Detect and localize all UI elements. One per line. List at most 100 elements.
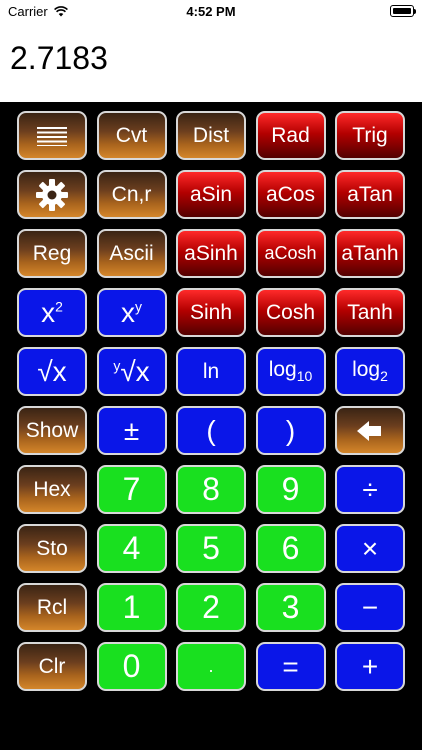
digit-0-button[interactable]: 0 [96,642,167,691]
status-bar: Carrier 4:52 PM [0,0,422,22]
tanh-button[interactable]: Tanh [335,288,405,337]
log2-subscript: 2 [380,368,388,385]
display-readout: 2.7183 [10,40,108,76]
trig-label: Trig [352,123,388,147]
ln-button[interactable]: ln [176,347,246,396]
acos-label: aCos [265,182,316,206]
cnr-button[interactable]: Cn,r [96,170,167,219]
gear-icon [36,178,68,211]
top-bar: Carrier 4:52 PM 2.7183 [0,0,422,102]
close-paren-button[interactable]: ) [255,406,326,455]
digit-4-label: 4 [122,530,141,566]
tanh-label: Tanh [347,300,393,324]
clr-label: Clr [38,654,66,678]
digit-3-button[interactable]: 3 [255,583,326,632]
sto-button[interactable]: Sto [17,524,87,573]
plus-minus-button[interactable]: ± [96,406,167,455]
log2-base: log [352,358,381,382]
x-squared-button[interactable]: x2 [17,288,87,337]
log2-button[interactable]: log2 [335,347,405,396]
digit-5-label: 5 [202,530,220,566]
atan-button[interactable]: aTan [335,170,405,219]
y-root-button[interactable]: y√x [96,347,167,396]
ascii-label: Ascii [109,241,154,265]
acosh-button[interactable]: aCosh [255,229,326,278]
dist-button[interactable]: Dist [176,111,246,160]
open-paren-label: ( [206,414,216,446]
show-label: Show [25,418,79,442]
plus-minus-label: ± [123,414,140,446]
multiply-label: × [361,532,379,564]
log10-button[interactable]: log10 [255,347,326,396]
atan-label: aTan [347,182,393,206]
log10-subscript: 10 [296,368,313,385]
digit-6-button[interactable]: 6 [255,524,326,573]
hex-button[interactable]: Hex [17,465,87,514]
asinh-label: aSinh [184,241,238,265]
clr-button[interactable]: Clr [17,642,87,691]
divide-button[interactable]: ÷ [335,465,405,514]
asin-label: aSin [189,182,233,206]
keypad: Cvt Dist Rad Trig Cn,r aSin aCos aTan Re… [17,111,407,711]
digit-7-button[interactable]: 7 [96,465,167,514]
decimal-point-label: . [208,656,214,676]
digit-6-label: 6 [281,530,300,566]
equals-button[interactable]: = [255,642,326,691]
sto-label: Sto [36,536,68,560]
cvt-button[interactable]: Cvt [96,111,167,160]
cosh-button[interactable]: Cosh [255,288,326,337]
minus-label: − [361,591,379,623]
asinh-button[interactable]: aSinh [176,229,246,278]
decimal-point-button[interactable]: . [176,642,246,691]
minus-button[interactable]: − [335,583,405,632]
acosh-label: aCosh [264,243,317,263]
x-power-y-button[interactable]: xy [96,288,167,337]
square-root-label: √x [37,355,67,387]
dist-label: Dist [192,123,230,147]
sinh-button[interactable]: Sinh [176,288,246,337]
show-button[interactable]: Show [17,406,87,455]
status-time: 4:52 PM [186,4,236,19]
digit-9-label: 9 [281,471,300,507]
backspace-button[interactable] [335,406,405,455]
reg-label: Reg [32,241,72,265]
plus-button[interactable]: + [335,642,405,691]
digit-2-button[interactable]: 2 [176,583,246,632]
multiply-button[interactable]: × [335,524,405,573]
digit-8-button[interactable]: 8 [176,465,246,514]
digit-4-button[interactable]: 4 [96,524,167,573]
cvt-label: Cvt [115,123,148,147]
atanh-button[interactable]: aTanh [335,229,405,278]
reg-button[interactable]: Reg [17,229,87,278]
digit-9-button[interactable]: 9 [255,465,326,514]
open-paren-button[interactable]: ( [176,406,246,455]
x-squared-base: x [41,296,56,328]
cosh-label: Cosh [265,300,316,324]
digit-1-label: 1 [122,589,141,625]
cnr-label: Cn,r [111,182,152,206]
settings-button[interactable] [17,170,87,219]
square-root-button[interactable]: √x [17,347,87,396]
divide-label: ÷ [362,473,378,505]
x-squared-exponent: 2 [55,298,63,315]
ascii-button[interactable]: Ascii [96,229,167,278]
digit-3-label: 3 [281,589,300,625]
rad-label: Rad [271,123,310,147]
x-power-y-base: x [121,296,135,328]
x-power-y-exponent: y [135,298,142,315]
digit-1-button[interactable]: 1 [96,583,167,632]
log10-base: log [268,358,297,382]
digit-7-label: 7 [122,471,141,507]
asin-button[interactable]: aSin [176,170,246,219]
rcl-button[interactable]: Rcl [17,583,87,632]
digit-0-label: 0 [122,648,141,684]
digit-5-button[interactable]: 5 [176,524,246,573]
rcl-label: Rcl [36,595,68,619]
y-root-radicand: √x [120,355,150,387]
menu-icon [37,126,67,146]
acos-button[interactable]: aCos [255,170,326,219]
rad-button[interactable]: Rad [255,111,326,160]
hex-label: Hex [33,477,71,501]
menu-button[interactable] [17,111,87,160]
trig-button[interactable]: Trig [335,111,405,160]
